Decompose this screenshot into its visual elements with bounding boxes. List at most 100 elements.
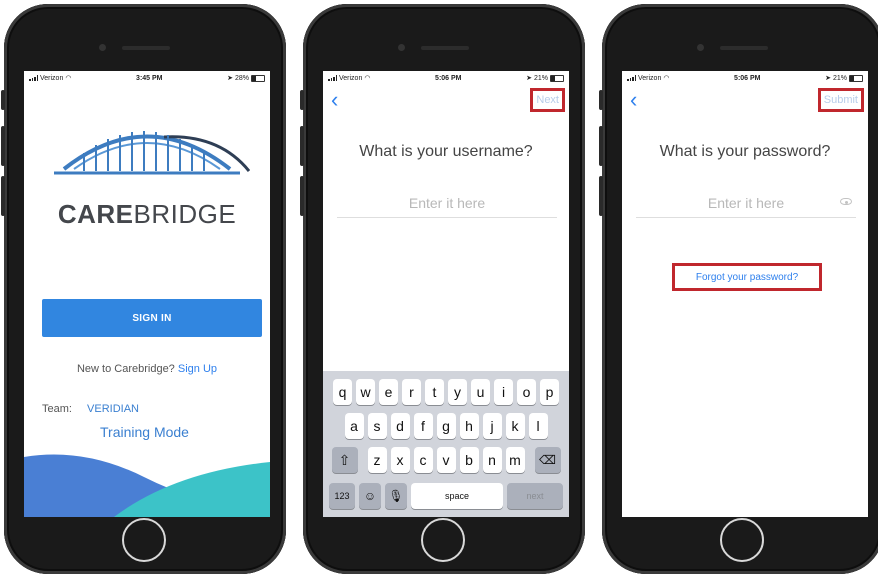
- key-h[interactable]: h: [459, 413, 479, 439]
- signal-icon: [328, 75, 337, 81]
- key-k[interactable]: k: [505, 413, 525, 439]
- location-icon: ➤: [227, 75, 233, 82]
- key-a[interactable]: a: [344, 413, 364, 439]
- clock: 5:06 PM: [435, 74, 462, 82]
- username-prompt: What is your username?: [359, 143, 533, 160]
- wifi-icon: ◠: [364, 75, 371, 82]
- battery-percent: 28%: [234, 74, 249, 82]
- screen-signin: Verizon ◠ 3:45 PM ➤ 28% CAREBRIDGE SIGN …: [24, 71, 270, 517]
- team-row: Team: VERIDIAN: [42, 403, 139, 415]
- username-input[interactable]: [337, 189, 557, 217]
- battery-percent: 21%: [832, 74, 847, 82]
- clock: 5:06 PM: [734, 74, 761, 82]
- bridge-logo: [54, 131, 250, 175]
- wifi-icon: ◠: [663, 75, 670, 82]
- keyboard-row-4: 123 ☺ 🎙 space next: [323, 483, 569, 509]
- key-y[interactable]: y: [448, 379, 467, 405]
- location-icon: ➤: [526, 75, 532, 82]
- key-v[interactable]: v: [436, 447, 456, 473]
- next-key[interactable]: next: [507, 483, 563, 509]
- brand-name: CAREBRIDGE: [24, 199, 270, 230]
- password-prompt: What is your password?: [659, 143, 831, 160]
- key-p[interactable]: p: [540, 379, 559, 405]
- clock: 3:45 PM: [136, 74, 163, 82]
- decorative-wave: [24, 454, 270, 517]
- team-value[interactable]: VERIDIAN: [87, 403, 139, 415]
- keyboard-row-1: q w e r t y u i o p: [323, 379, 569, 405]
- forgot-password-link[interactable]: Forgot your password?: [672, 263, 822, 291]
- battery-icon: [848, 74, 863, 82]
- home-button[interactable]: [421, 518, 465, 562]
- battery-percent: 21%: [533, 74, 548, 82]
- chevron-left-icon[interactable]: ‹: [630, 87, 637, 113]
- mute-switch: [300, 90, 304, 110]
- key-m[interactable]: m: [505, 447, 525, 473]
- volume-up-button: [1, 126, 5, 166]
- key-t[interactable]: t: [425, 379, 444, 405]
- speaker: [720, 46, 768, 50]
- shift-icon[interactable]: ⇧: [331, 447, 358, 473]
- chevron-left-icon[interactable]: ‹: [331, 87, 338, 113]
- phone-password: Verizon ◠ 5:06 PM ➤ 21% ‹ Submit What is…: [599, 4, 878, 574]
- mute-switch: [1, 90, 5, 110]
- key-n[interactable]: n: [482, 447, 502, 473]
- key-s[interactable]: s: [367, 413, 387, 439]
- password-field-wrap: [636, 189, 856, 218]
- nav-bar: ‹ Submit: [622, 87, 868, 113]
- key-j[interactable]: j: [482, 413, 502, 439]
- battery-icon: [549, 74, 564, 82]
- key-b[interactable]: b: [459, 447, 479, 473]
- signup-prompt: New to Carebridge? Sign Up: [24, 363, 270, 375]
- nav-bar: ‹ Next: [323, 87, 569, 113]
- backspace-icon[interactable]: ⌫: [534, 447, 561, 473]
- camera: [398, 44, 405, 51]
- space-key[interactable]: space: [411, 483, 503, 509]
- key-x[interactable]: x: [390, 447, 410, 473]
- training-mode-link[interactable]: Training Mode: [100, 424, 189, 440]
- team-label: Team:: [42, 403, 72, 415]
- screen-username: Verizon ◠ 5:06 PM ➤ 21% ‹ Next What is y…: [323, 71, 569, 517]
- keyboard: q w e r t y u i o p a s d f g h j k l ⇧ …: [323, 371, 569, 517]
- password-input[interactable]: [636, 189, 856, 217]
- key-i[interactable]: i: [494, 379, 513, 405]
- key-c[interactable]: c: [413, 447, 433, 473]
- mute-switch: [599, 90, 603, 110]
- key-w[interactable]: w: [356, 379, 375, 405]
- home-button[interactable]: [720, 518, 764, 562]
- key-o[interactable]: o: [517, 379, 536, 405]
- signal-icon: [29, 75, 38, 81]
- status-bar: Verizon ◠ 5:06 PM ➤ 21%: [323, 71, 569, 85]
- key-l[interactable]: l: [528, 413, 548, 439]
- speaker: [421, 46, 469, 50]
- next-button[interactable]: Next: [530, 88, 565, 112]
- key-d[interactable]: d: [390, 413, 410, 439]
- carrier: Verizon: [40, 74, 64, 82]
- key-f[interactable]: f: [413, 413, 433, 439]
- volume-down-button: [599, 176, 603, 216]
- volume-down-button: [300, 176, 304, 216]
- sign-in-button[interactable]: SIGN IN: [42, 299, 262, 337]
- key-e[interactable]: e: [379, 379, 398, 405]
- carrier: Verizon: [339, 74, 363, 82]
- battery-icon: [250, 74, 265, 82]
- key-q[interactable]: q: [333, 379, 352, 405]
- key-g[interactable]: g: [436, 413, 456, 439]
- numbers-key[interactable]: 123: [329, 483, 355, 509]
- location-icon: ➤: [825, 75, 831, 82]
- carrier: Verizon: [638, 74, 662, 82]
- sign-up-link[interactable]: Sign Up: [178, 363, 217, 375]
- eye-icon[interactable]: [840, 198, 852, 205]
- signal-icon: [627, 75, 636, 81]
- keyboard-row-3: ⇧ z x c v b n m ⌫: [323, 447, 569, 473]
- key-z[interactable]: z: [367, 447, 387, 473]
- microphone-icon[interactable]: 🎙: [385, 483, 407, 509]
- phone-signin: Verizon ◠ 3:45 PM ➤ 28% CAREBRIDGE SIGN …: [1, 4, 286, 574]
- home-button[interactable]: [122, 518, 166, 562]
- screen-password: Verizon ◠ 5:06 PM ➤ 21% ‹ Submit What is…: [622, 71, 868, 517]
- submit-button[interactable]: Submit: [817, 88, 864, 112]
- status-bar: Verizon ◠ 3:45 PM ➤ 28%: [24, 71, 270, 85]
- phone-username: Verizon ◠ 5:06 PM ➤ 21% ‹ Next What is y…: [300, 4, 585, 574]
- emoji-icon[interactable]: ☺: [359, 483, 381, 509]
- key-r[interactable]: r: [402, 379, 421, 405]
- key-u[interactable]: u: [471, 379, 490, 405]
